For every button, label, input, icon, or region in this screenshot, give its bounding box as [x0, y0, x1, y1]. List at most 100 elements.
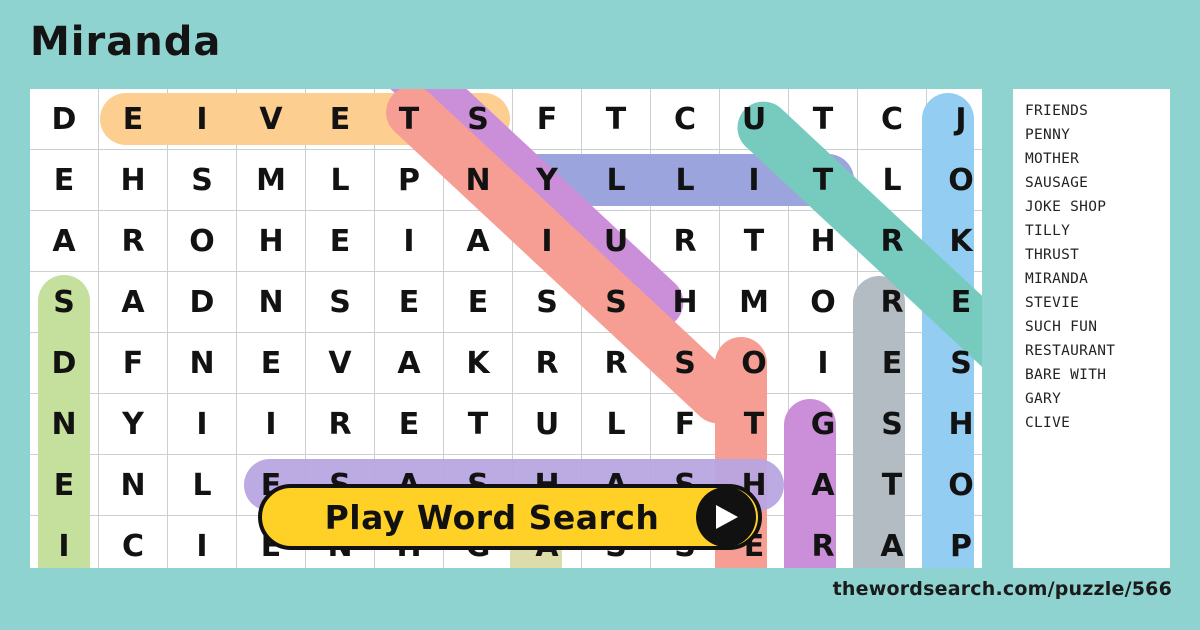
grid-cell[interactable] [30, 211, 98, 271]
grid-cell[interactable] [168, 89, 236, 149]
grid-cell[interactable] [858, 455, 926, 515]
grid-cell[interactable] [237, 89, 305, 149]
grid-cell[interactable] [582, 333, 650, 393]
grid-cell[interactable] [927, 394, 982, 454]
grid-cell[interactable] [99, 455, 167, 515]
word-list-item[interactable]: FRIENDS [1025, 99, 1170, 123]
grid-cell[interactable] [651, 333, 719, 393]
grid-cell[interactable] [30, 333, 98, 393]
grid-cell[interactable] [651, 211, 719, 271]
grid-cell[interactable] [237, 211, 305, 271]
grid-cell[interactable] [168, 150, 236, 210]
word-list-item[interactable]: TILLY [1025, 219, 1170, 243]
grid-cell[interactable] [168, 516, 236, 568]
word-list-item[interactable]: CLIVE [1025, 411, 1170, 435]
grid-cell[interactable] [168, 272, 236, 332]
grid-cell[interactable] [513, 89, 581, 149]
grid-cell[interactable] [444, 272, 512, 332]
grid-cell[interactable] [720, 211, 788, 271]
grid-cell[interactable] [858, 516, 926, 568]
word-list-item[interactable]: RESTAURANT [1025, 339, 1170, 363]
word-list-item[interactable]: MOTHER [1025, 147, 1170, 171]
grid-cell[interactable] [858, 394, 926, 454]
grid-cell[interactable] [375, 150, 443, 210]
grid-cell[interactable] [99, 333, 167, 393]
grid-cell[interactable] [720, 272, 788, 332]
grid-cell[interactable] [99, 272, 167, 332]
grid-cell[interactable] [513, 211, 581, 271]
word-list-item[interactable]: SAUSAGE [1025, 171, 1170, 195]
grid-cell[interactable] [789, 333, 857, 393]
grid-cell[interactable] [513, 394, 581, 454]
grid-cell[interactable] [99, 150, 167, 210]
grid-cell[interactable] [720, 394, 788, 454]
grid-cell[interactable] [582, 211, 650, 271]
grid-cell[interactable] [651, 394, 719, 454]
grid-cell[interactable] [30, 455, 98, 515]
grid-cell[interactable] [582, 89, 650, 149]
grid-cell[interactable] [306, 211, 374, 271]
grid-cell[interactable] [651, 150, 719, 210]
grid-cell[interactable] [513, 150, 581, 210]
grid-cell[interactable] [789, 516, 857, 568]
grid-cell[interactable] [99, 516, 167, 568]
grid-cell[interactable] [927, 89, 982, 149]
grid-cell[interactable] [237, 333, 305, 393]
grid-cell[interactable] [789, 211, 857, 271]
word-list-item[interactable]: GARY [1025, 387, 1170, 411]
grid-cell[interactable] [237, 150, 305, 210]
grid-cell[interactable] [237, 272, 305, 332]
word-list-item[interactable]: PENNY [1025, 123, 1170, 147]
grid-cell[interactable] [789, 455, 857, 515]
grid-cell[interactable] [927, 150, 982, 210]
word-list-item[interactable]: STEVIE [1025, 291, 1170, 315]
grid-cell[interactable] [375, 272, 443, 332]
grid-cell[interactable] [444, 211, 512, 271]
grid-cell[interactable] [444, 150, 512, 210]
grid-cell[interactable] [30, 516, 98, 568]
grid-cell[interactable] [651, 89, 719, 149]
grid-cell[interactable] [858, 272, 926, 332]
grid-cell[interactable] [927, 516, 982, 568]
grid-cell[interactable] [582, 150, 650, 210]
grid-cell[interactable] [927, 272, 982, 332]
grid-cell[interactable] [927, 455, 982, 515]
grid-cell[interactable] [927, 211, 982, 271]
grid-cell[interactable] [513, 333, 581, 393]
word-list-item[interactable]: BARE WITH [1025, 363, 1170, 387]
grid-cell[interactable] [444, 89, 512, 149]
grid-cell[interactable] [789, 272, 857, 332]
grid-cell[interactable] [168, 394, 236, 454]
grid-cell[interactable] [237, 394, 305, 454]
grid-cell[interactable] [582, 394, 650, 454]
play-word-search-button[interactable]: Play Word Search [258, 484, 762, 550]
grid-cell[interactable] [444, 333, 512, 393]
grid-cell[interactable] [168, 211, 236, 271]
grid-cell[interactable] [375, 89, 443, 149]
grid-cell[interactable] [306, 89, 374, 149]
grid-cell[interactable] [99, 394, 167, 454]
grid-cell[interactable] [306, 272, 374, 332]
grid-cell[interactable] [582, 272, 650, 332]
grid-cell[interactable] [306, 150, 374, 210]
grid-cell[interactable] [858, 333, 926, 393]
grid-cell[interactable] [720, 333, 788, 393]
grid-cell[interactable] [720, 89, 788, 149]
word-list-item[interactable]: THRUST [1025, 243, 1170, 267]
grid-cell[interactable] [375, 333, 443, 393]
grid-cell[interactable] [858, 150, 926, 210]
grid-cell[interactable] [99, 211, 167, 271]
grid-cell[interactable] [30, 394, 98, 454]
grid-cell[interactable] [375, 394, 443, 454]
grid-cell[interactable] [168, 455, 236, 515]
grid-cell[interactable] [99, 89, 167, 149]
grid-cell[interactable] [789, 89, 857, 149]
word-list-item[interactable]: MIRANDA [1025, 267, 1170, 291]
grid-cell[interactable] [375, 211, 443, 271]
grid-cell[interactable] [858, 211, 926, 271]
grid-cell[interactable] [651, 272, 719, 332]
grid-cell[interactable] [30, 89, 98, 149]
grid-cell[interactable] [513, 272, 581, 332]
word-list-item[interactable]: JOKE SHOP [1025, 195, 1170, 219]
grid-cell[interactable] [927, 333, 982, 393]
